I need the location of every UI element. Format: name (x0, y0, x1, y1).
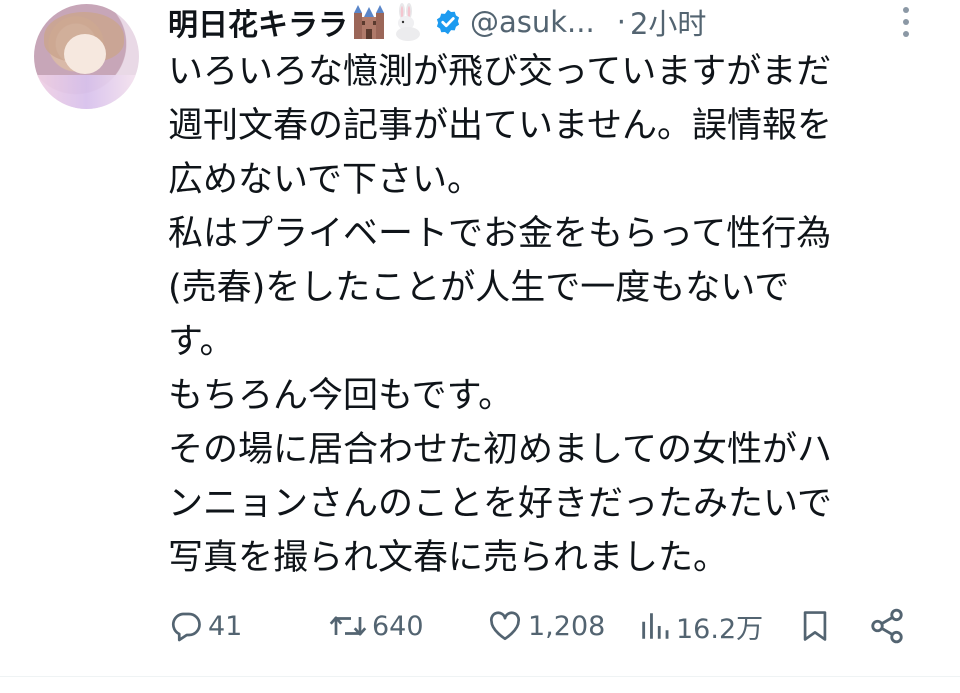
like-button[interactable]: 1,208 (486, 600, 605, 652)
tweet-text-line: いろいろな憶測が飛び交っていますがまだ (168, 52, 832, 92)
tweet-text-line: ンニョンさんのことを好きだったみたいで (168, 484, 832, 524)
share-icon (868, 607, 906, 645)
share-button[interactable] (868, 600, 906, 652)
views-button[interactable]: 16.2万 (638, 600, 763, 652)
tweet-text-line: その場に居合わせた初めましての女性がハ (168, 430, 832, 470)
tweet-actions: 41 640 1,208 16.2万 (168, 600, 928, 652)
author-name[interactable]: 明日花キララ (168, 0, 348, 44)
views-count: 16.2万 (676, 613, 764, 645)
repost-count: 640 (372, 610, 424, 642)
more-icon[interactable] (900, 5, 912, 39)
tweet-text: いろいろな憶測が飛び交っていますがまだ 週刊文春の記事が出ていません。誤情報を … (168, 45, 938, 585)
tweet-text-line: 私はプライベートでお金をもらって性行為 (168, 214, 832, 254)
tweet-text-line: 写真を撮られ文春に売られました。 (168, 538, 729, 578)
author-handle[interactable]: @asuk... (470, 5, 595, 39)
tweet-text-line: 広めないで下さい。 (168, 160, 482, 200)
divider (0, 676, 960, 677)
bookmark-icon (798, 607, 832, 645)
avatar[interactable] (34, 4, 139, 109)
repost-icon (328, 608, 368, 644)
rabbit-emoji (388, 3, 424, 41)
tweet-header: 明日花キララ @asuk... · 2小时 (168, 0, 706, 44)
verified-badge-icon (434, 8, 462, 36)
castle-emoji (352, 3, 386, 41)
tweet-time[interactable]: 2小时 (630, 1, 706, 43)
avatar-flowers (34, 75, 139, 109)
reply-count: 41 (208, 610, 243, 642)
reply-button[interactable]: 41 (168, 600, 242, 652)
views-icon (638, 608, 672, 644)
avatar-face (64, 34, 106, 74)
bookmark-button[interactable] (798, 600, 832, 652)
tweet-text-line: 週刊文春の記事が出ていません。誤情報を (168, 106, 832, 146)
reply-icon (168, 608, 204, 644)
separator-dot: · (616, 5, 626, 39)
like-count: 1,208 (528, 610, 606, 642)
heart-icon (486, 608, 524, 644)
tweet-text-line: もちろん今回もです。 (168, 376, 514, 416)
repost-button[interactable]: 640 (328, 600, 424, 652)
tweet-text-line: す。 (168, 322, 235, 362)
tweet-text-line: (売春)をしたことが人生で一度もないで (168, 268, 790, 308)
